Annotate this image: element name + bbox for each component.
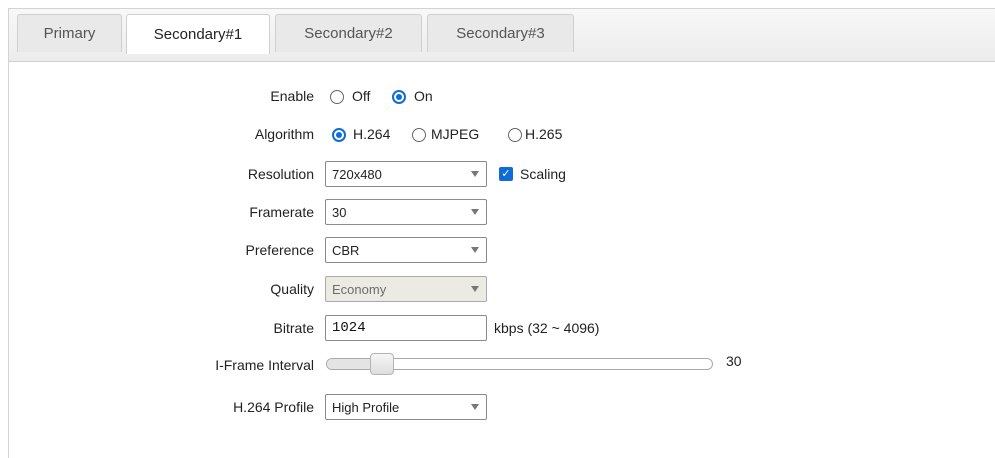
settings-panel [8, 8, 995, 458]
resolution-select[interactable]: 720x480 [325, 161, 487, 187]
tab-secondary-1[interactable]: Secondary#1 [126, 14, 270, 54]
h264-profile-value: High Profile [332, 399, 400, 415]
iframe-interval-slider[interactable] [326, 353, 713, 375]
algorithm-h264-label[interactable]: H.264 [353, 126, 390, 142]
tab-primary[interactable]: Primary [17, 14, 122, 52]
preference-label: Preference [245, 242, 314, 258]
chevron-down-icon [471, 286, 479, 292]
bitrate-input[interactable]: 1024 [325, 315, 487, 341]
quality-select: Economy [325, 276, 487, 302]
iframe-interval-label: I-Frame Interval [215, 357, 314, 373]
scaling-label[interactable]: Scaling [520, 166, 566, 182]
slider-handle[interactable] [370, 353, 394, 375]
preference-value: CBR [332, 242, 360, 258]
quality-label: Quality [270, 281, 314, 297]
algorithm-h265-radio[interactable] [508, 128, 522, 142]
iframe-interval-value: 30 [726, 353, 742, 369]
chevron-down-icon [471, 171, 479, 177]
algorithm-h265-label[interactable]: H.265 [525, 126, 562, 142]
framerate-label: Framerate [249, 204, 314, 220]
tab-secondary-3[interactable]: Secondary#3 [427, 14, 574, 52]
resolution-value: 720x480 [332, 166, 382, 182]
quality-value: Economy [332, 281, 387, 297]
enable-off-radio[interactable] [330, 90, 344, 104]
algorithm-h264-radio[interactable] [332, 128, 346, 142]
enable-on-radio[interactable] [392, 90, 406, 104]
chevron-down-icon [471, 247, 479, 253]
bitrate-label: Bitrate [273, 320, 314, 336]
tab-secondary-2[interactable]: Secondary#2 [275, 14, 422, 52]
enable-off-label[interactable]: Off [352, 88, 370, 104]
enable-on-label[interactable]: On [414, 88, 433, 104]
bitrate-hint: kbps (32 ~ 4096) [494, 320, 600, 336]
preference-select[interactable]: CBR [325, 237, 487, 263]
checkmark-icon: ✓ [501, 168, 511, 180]
algorithm-mjpeg-radio[interactable] [412, 128, 426, 142]
framerate-value: 30 [332, 204, 347, 220]
h264-profile-label: H.264 Profile [233, 399, 314, 415]
chevron-down-icon [471, 209, 479, 215]
enable-label: Enable [270, 88, 314, 104]
scaling-checkbox[interactable]: ✓ [499, 167, 513, 181]
algorithm-label: Algorithm [254, 126, 314, 142]
framerate-select[interactable]: 30 [325, 199, 487, 225]
chevron-down-icon [471, 404, 479, 410]
resolution-label: Resolution [247, 166, 314, 182]
algorithm-mjpeg-label[interactable]: MJPEG [431, 126, 479, 142]
h264-profile-select[interactable]: High Profile [325, 394, 487, 420]
